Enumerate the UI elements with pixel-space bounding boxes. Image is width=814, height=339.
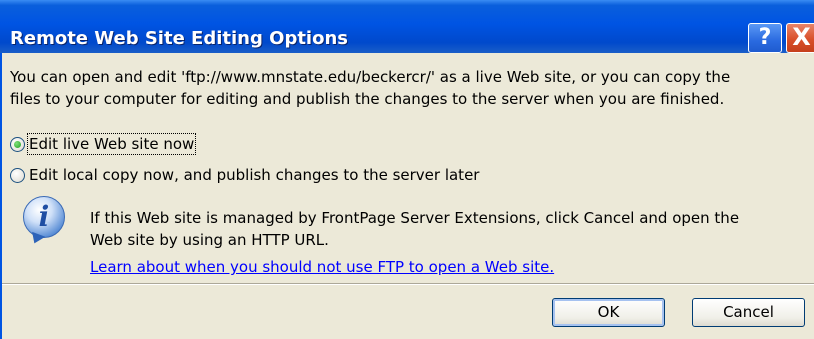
radio-edit-live[interactable]	[10, 136, 25, 152]
learn-more-link[interactable]: Learn about when you should not use FTP …	[90, 258, 554, 276]
intro-line-1: You can open and edit 'ftp://www.mnstate…	[10, 68, 731, 86]
info-text: If this Web site is managed by FrontPage…	[90, 207, 802, 251]
info-line-2: Web site by using an HTTP URL.	[90, 231, 329, 249]
option-edit-live[interactable]: Edit live Web site now	[10, 133, 197, 155]
radio-edit-local[interactable]	[10, 167, 25, 183]
info-icon: i	[23, 196, 65, 238]
info-line-1: If this Web site is managed by FrontPage…	[90, 209, 740, 227]
ok-button[interactable]: OK	[552, 298, 665, 327]
intro-text: You can open and edit 'ftp://www.mnstate…	[10, 66, 810, 110]
separator	[2, 283, 814, 285]
option-edit-local[interactable]: Edit local copy now, and publish changes…	[10, 166, 479, 184]
help-button[interactable]: ?	[748, 23, 782, 53]
window-frame	[0, 53, 2, 339]
close-button[interactable]: X	[786, 23, 814, 53]
intro-line-2: files to your computer for editing and p…	[10, 90, 725, 108]
title-bar[interactable]: Remote Web Site Editing Options ? X	[0, 0, 814, 53]
option-edit-live-label[interactable]: Edit live Web site now	[26, 133, 197, 155]
cancel-button[interactable]: Cancel	[692, 298, 805, 327]
option-edit-local-label[interactable]: Edit local copy now, and publish changes…	[29, 166, 479, 184]
window-title: Remote Web Site Editing Options	[10, 28, 349, 49]
